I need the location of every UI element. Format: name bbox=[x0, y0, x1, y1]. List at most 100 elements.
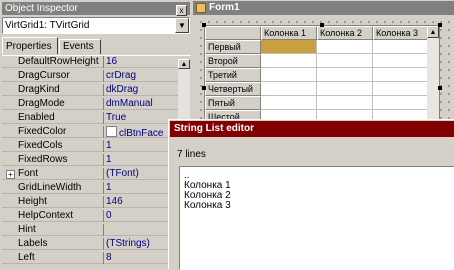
tab-properties[interactable]: Properties bbox=[2, 37, 58, 54]
property-value[interactable]: dkDrag bbox=[106, 84, 176, 95]
property-row[interactable]: DragKind dkDrag bbox=[2, 84, 191, 96]
property-name: Height bbox=[18, 196, 47, 207]
property-name: Left bbox=[18, 252, 35, 263]
grid-cell[interactable] bbox=[261, 54, 317, 68]
grid-cell[interactable] bbox=[373, 40, 429, 54]
grid-cell[interactable] bbox=[373, 96, 429, 110]
property-value[interactable]: 1 bbox=[106, 140, 176, 151]
property-name: FixedColor bbox=[18, 126, 67, 137]
component-selector[interactable]: VirtGrid1: TVirtGrid ▼ bbox=[2, 17, 190, 34]
grid-cell[interactable] bbox=[317, 68, 373, 82]
inspector-tabs: Properties Events bbox=[2, 37, 190, 55]
scroll-up-icon[interactable]: ▲ bbox=[427, 26, 439, 38]
row-header[interactable]: Третий bbox=[205, 68, 261, 82]
chevron-down-icon[interactable]: ▼ bbox=[175, 18, 189, 33]
scroll-up-icon[interactable]: ▲ bbox=[178, 59, 190, 69]
inspector-title-bar[interactable]: Object Inspector x bbox=[2, 2, 190, 16]
column-divider bbox=[103, 238, 104, 250]
property-value[interactable]: 16 bbox=[106, 56, 176, 67]
property-row[interactable]: + Font (TFont) bbox=[2, 168, 191, 180]
form-title: Form1 bbox=[209, 2, 240, 13]
selection-handle[interactable] bbox=[202, 86, 206, 90]
property-value[interactable]: dmManual bbox=[106, 98, 176, 109]
row-header[interactable]: Четвертый bbox=[205, 82, 261, 96]
property-row[interactable]: FixedRows 1 bbox=[2, 154, 191, 166]
grid-cell[interactable] bbox=[373, 82, 429, 96]
grid-cell[interactable] bbox=[317, 54, 373, 68]
close-icon[interactable]: x bbox=[176, 5, 187, 16]
selected-cell[interactable] bbox=[261, 40, 317, 54]
column-header[interactable]: Колонка 1 bbox=[261, 26, 317, 40]
property-value[interactable]: (TStrings) bbox=[106, 238, 176, 249]
object-inspector: Object Inspector x VirtGrid1: TVirtGrid … bbox=[0, 0, 194, 269]
selection-handle[interactable] bbox=[320, 23, 324, 27]
row-header[interactable]: Второй bbox=[205, 54, 261, 68]
property-value[interactable]: clBtnFace bbox=[106, 126, 176, 139]
selection-handle[interactable] bbox=[202, 23, 206, 27]
grid-cell[interactable] bbox=[373, 54, 429, 68]
string-grid[interactable]: Колонка 1 Колонка 2 Колонка 3 Первый Второй Т… bbox=[204, 25, 440, 120]
property-row[interactable]: FixedColor clBtnFace bbox=[2, 126, 191, 139]
column-divider bbox=[103, 168, 104, 180]
property-row[interactable]: DragCursor crDrag bbox=[2, 70, 191, 82]
grid-cell[interactable] bbox=[261, 82, 317, 96]
grid-cell[interactable] bbox=[317, 82, 373, 96]
property-value[interactable]: 1 bbox=[106, 182, 176, 193]
column-divider bbox=[103, 210, 104, 222]
property-value[interactable]: 146 bbox=[106, 196, 176, 207]
component-selector-value: VirtGrid1: TVirtGrid bbox=[5, 20, 90, 31]
row-header[interactable]: Первый bbox=[205, 40, 261, 54]
column-divider bbox=[103, 56, 104, 68]
column-divider bbox=[103, 126, 104, 138]
property-name: DefaultRowHeight bbox=[18, 56, 99, 67]
grid-scrollbar[interactable]: ▲ bbox=[427, 26, 439, 119]
property-name: Labels bbox=[18, 238, 48, 249]
expand-icon[interactable]: + bbox=[6, 170, 15, 179]
column-header[interactable]: Колонка 3 bbox=[373, 26, 429, 40]
property-value[interactable]: 1 bbox=[106, 154, 176, 165]
column-divider bbox=[103, 182, 104, 194]
property-value[interactable]: crDrag bbox=[106, 70, 176, 81]
grid-cell[interactable] bbox=[261, 96, 317, 110]
property-name: Enabled bbox=[18, 112, 55, 123]
property-row[interactable]: GridLineWidth 1 bbox=[2, 182, 191, 194]
grid-cell[interactable] bbox=[317, 96, 373, 110]
property-value[interactable]: (TFont) bbox=[106, 168, 176, 179]
property-value[interactable]: 0 bbox=[106, 210, 176, 221]
property-name: FixedCols bbox=[18, 140, 63, 151]
property-list: DefaultRowHeight 16 DragCursor crDrag DragKi… bbox=[2, 55, 191, 269]
property-value[interactable]: 8 bbox=[106, 252, 176, 263]
grid-cell[interactable] bbox=[373, 68, 429, 82]
memo-lines: .. Колонка 1 Колонка 2 Колонка 3 bbox=[184, 171, 231, 211]
property-row[interactable]: DefaultRowHeight 16 bbox=[2, 56, 191, 68]
string-list-memo[interactable]: .. Колонка 1 Колонка 2 Колонка 3 bbox=[179, 166, 454, 270]
tab-events[interactable]: Events bbox=[59, 39, 101, 54]
inspector-title: Object Inspector bbox=[5, 3, 78, 14]
grid-cell[interactable] bbox=[317, 40, 373, 54]
grid-cell[interactable] bbox=[261, 68, 317, 82]
property-row[interactable]: Hint bbox=[2, 224, 191, 236]
column-divider bbox=[103, 70, 104, 82]
selection-handle[interactable] bbox=[438, 86, 442, 90]
property-row[interactable]: HelpContext 0 bbox=[2, 210, 191, 222]
column-header[interactable]: Колонка 2 bbox=[317, 26, 373, 40]
column-divider bbox=[103, 252, 104, 264]
property-row[interactable]: Enabled True bbox=[2, 112, 191, 124]
property-row[interactable]: Left 8 bbox=[2, 252, 191, 264]
property-row[interactable]: Labels (TStrings) bbox=[2, 238, 191, 250]
color-swatch-icon bbox=[106, 126, 117, 137]
property-row[interactable]: Height 146 bbox=[2, 196, 191, 208]
selection-handle[interactable] bbox=[438, 23, 442, 27]
string-list-editor: String List editor 7 lines .. Колонка 1 Ко… bbox=[168, 119, 454, 270]
form-title-bar[interactable]: Form1 bbox=[193, 1, 454, 15]
property-name: Hint bbox=[18, 224, 36, 235]
line-count-label: 7 lines bbox=[177, 149, 206, 160]
property-name: FixedRows bbox=[18, 154, 68, 165]
property-row[interactable]: DragMode dmManual bbox=[2, 98, 191, 110]
column-divider bbox=[103, 98, 104, 110]
property-value[interactable]: True bbox=[106, 112, 176, 123]
row-header[interactable]: Пятый bbox=[205, 96, 261, 110]
editor-title-bar[interactable]: String List editor bbox=[170, 121, 454, 137]
property-row[interactable]: FixedCols 1 bbox=[2, 140, 191, 152]
column-divider bbox=[103, 112, 104, 124]
